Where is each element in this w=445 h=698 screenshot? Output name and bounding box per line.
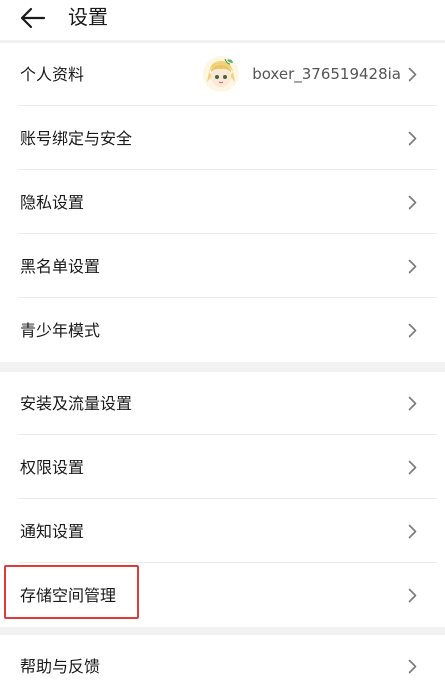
settings-item-help-feedback[interactable]: 帮助与反馈 xyxy=(0,635,437,698)
chevron-right-icon xyxy=(408,131,417,146)
settings-item-label: 通知设置 xyxy=(20,522,85,541)
chevron-right-icon xyxy=(408,195,417,210)
divider xyxy=(18,434,437,435)
settings-item-install-traffic[interactable]: 安装及流量设置 xyxy=(0,372,437,435)
divider xyxy=(18,105,437,106)
settings-item-notifications[interactable]: 通知设置 xyxy=(0,500,437,563)
divider xyxy=(18,169,437,170)
settings-item-account-security[interactable]: 账号绑定与安全 xyxy=(0,107,437,170)
chevron-right-icon xyxy=(408,259,417,274)
chevron-right-icon xyxy=(408,396,417,411)
settings-item-label: 黑名单设置 xyxy=(20,257,101,276)
settings-item-label: 青少年模式 xyxy=(20,321,101,340)
chevron-right-icon xyxy=(408,659,417,674)
chevron-right-icon xyxy=(408,460,417,475)
settings-item-blacklist[interactable]: 黑名单设置 xyxy=(0,235,437,298)
top-bar: 设置 xyxy=(0,0,445,40)
avatar[interactable] xyxy=(203,56,239,92)
chevron-right-icon xyxy=(408,323,417,338)
settings-item-label: 权限设置 xyxy=(20,458,85,477)
section-separator xyxy=(0,362,445,372)
arrow-left-icon[interactable] xyxy=(18,6,48,30)
settings-item-permissions[interactable]: 权限设置 xyxy=(0,436,437,499)
chevron-right-icon xyxy=(408,524,417,539)
divider xyxy=(18,297,437,298)
username-text: boxer_376519428ia xyxy=(252,65,401,83)
divider xyxy=(18,498,437,499)
settings-item-label: 帮助与反馈 xyxy=(20,657,101,676)
page-title: 设置 xyxy=(68,5,108,29)
section-separator xyxy=(0,627,445,635)
settings-item-label: 安装及流量设置 xyxy=(20,394,133,413)
settings-item-label: 隐私设置 xyxy=(20,193,85,212)
chevron-right-icon xyxy=(408,588,417,603)
settings-item-label: 账号绑定与安全 xyxy=(20,129,133,148)
settings-item-privacy[interactable]: 隐私设置 xyxy=(0,171,437,234)
settings-item-storage[interactable]: 存储空间管理 xyxy=(0,564,437,627)
chevron-right-icon xyxy=(408,67,417,82)
settings-item-label: 个人资料 xyxy=(20,65,85,84)
divider xyxy=(18,233,437,234)
settings-item-teen-mode[interactable]: 青少年模式 xyxy=(0,299,437,362)
divider xyxy=(18,562,437,563)
settings-item-label: 存储空间管理 xyxy=(20,586,117,605)
